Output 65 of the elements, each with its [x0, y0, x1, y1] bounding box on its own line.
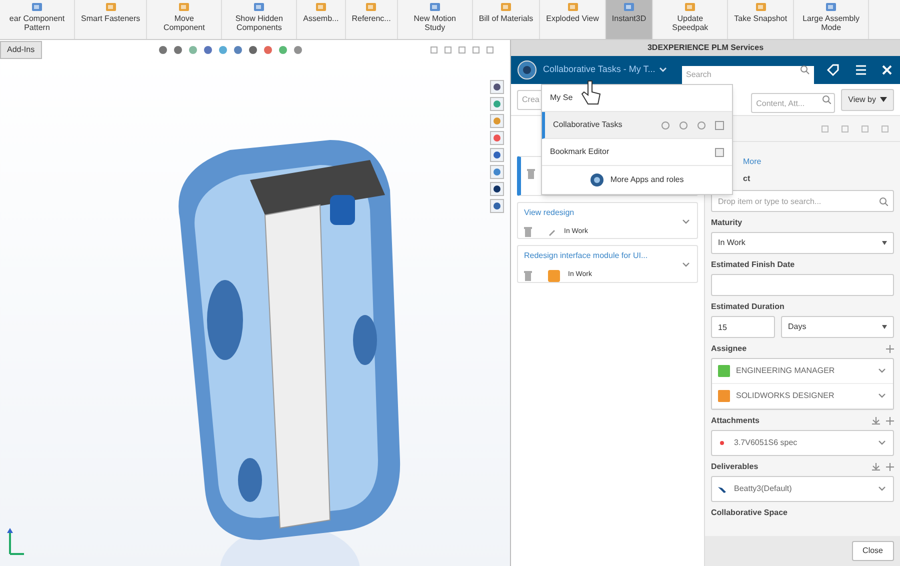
download-icon [872, 463, 880, 471]
menu-item[interactable]: Bookmark Editor [542, 139, 732, 166]
ribbon-button[interactable]: Update Speedpak [653, 0, 728, 39]
plus-icon [886, 463, 894, 471]
download-icon [872, 417, 880, 425]
menu-item[interactable]: Collaborative Tasks [542, 112, 732, 139]
plus-icon [886, 345, 894, 353]
maximize-icon [715, 148, 724, 156]
tag-icon [826, 63, 840, 77]
plus-icon [886, 417, 894, 425]
field-label: ct [743, 173, 750, 185]
ribbon-button[interactable]: Referenc... [346, 0, 398, 39]
chevron-down-icon [681, 260, 691, 270]
task-title[interactable]: Redesign interface module for UI... [524, 250, 691, 262]
ribbon-button[interactable]: ear Component Pattern [0, 0, 75, 39]
ribbon-button[interactable]: Show Hidden Components [222, 0, 298, 39]
caret-icon [882, 241, 887, 245]
ribbon-button[interactable]: Assemb... [297, 0, 346, 39]
search-icon [879, 197, 888, 206]
caret-icon [880, 97, 887, 102]
search-icon [822, 94, 832, 104]
tool-icon [623, 2, 636, 12]
more-link[interactable]: More [743, 156, 762, 168]
close-button[interactable]: Close [852, 541, 894, 561]
compass-logo-icon [517, 60, 537, 80]
ribbon-button[interactable]: Bill of Materials [472, 0, 540, 39]
assignee-row[interactable]: SOLIDWORKS DESIGNER [712, 384, 893, 409]
pin-icon [718, 439, 726, 447]
maturity-dropdown[interactable]: In Work [711, 232, 894, 254]
ribbon-button[interactable]: New Motion Study [398, 0, 473, 39]
field-label: Deliverables [711, 461, 758, 473]
app-title-dropdown[interactable]: Collaborative Tasks - My T... [543, 63, 668, 77]
ribbon-button[interactable]: Smart Fasteners [75, 0, 148, 39]
view-by-dropdown[interactable]: View by [841, 88, 894, 110]
panel-title: 3DEXPERIENCE PLM Services [511, 40, 900, 56]
menu-item[interactable]: My Se [542, 85, 732, 112]
compass-logo-icon [590, 173, 604, 187]
search-icon [800, 65, 810, 75]
assignee-row[interactable]: ENGINEERING MANAGER [712, 359, 893, 384]
field-label: Assignee [711, 343, 747, 355]
menu-icon [854, 63, 868, 77]
field-label: Collaborative Space [711, 507, 788, 519]
maximize-icon [715, 120, 724, 130]
ribbon-button[interactable]: Large Assembly Mode [794, 0, 870, 39]
field-label: Estimated Finish Date [711, 259, 795, 271]
status-square-icon [548, 270, 560, 282]
search-field[interactable]: Drop item or type to search... [711, 190, 894, 212]
axis-triad-icon [6, 526, 26, 556]
add-ins-tab[interactable]: Add-Ins [0, 41, 42, 59]
field-label: Estimated Duration [711, 301, 784, 313]
filter-field[interactable]: Content, Att... [751, 93, 836, 113]
ribbon-button[interactable]: Take Snapshot [728, 0, 794, 39]
task-title[interactable]: View redesign [524, 207, 691, 219]
deliverable-row[interactable]: Beatty3(Default) [711, 476, 894, 502]
search-field[interactable]: Search [682, 66, 814, 84]
caret-icon [882, 325, 887, 329]
attachment-row[interactable]: 3.7V6051S6 spec [711, 430, 894, 456]
unit-dropdown[interactable]: Days [781, 316, 894, 338]
ribbon-button[interactable]: Move Component [147, 0, 222, 39]
date-field[interactable] [711, 274, 894, 296]
part-icon [718, 485, 726, 493]
duration-field[interactable]: 15 [711, 316, 775, 338]
field-label: Attachments [711, 415, 760, 427]
ribbon-button[interactable]: Instant3D [606, 0, 654, 39]
field-label: Maturity [711, 217, 742, 229]
